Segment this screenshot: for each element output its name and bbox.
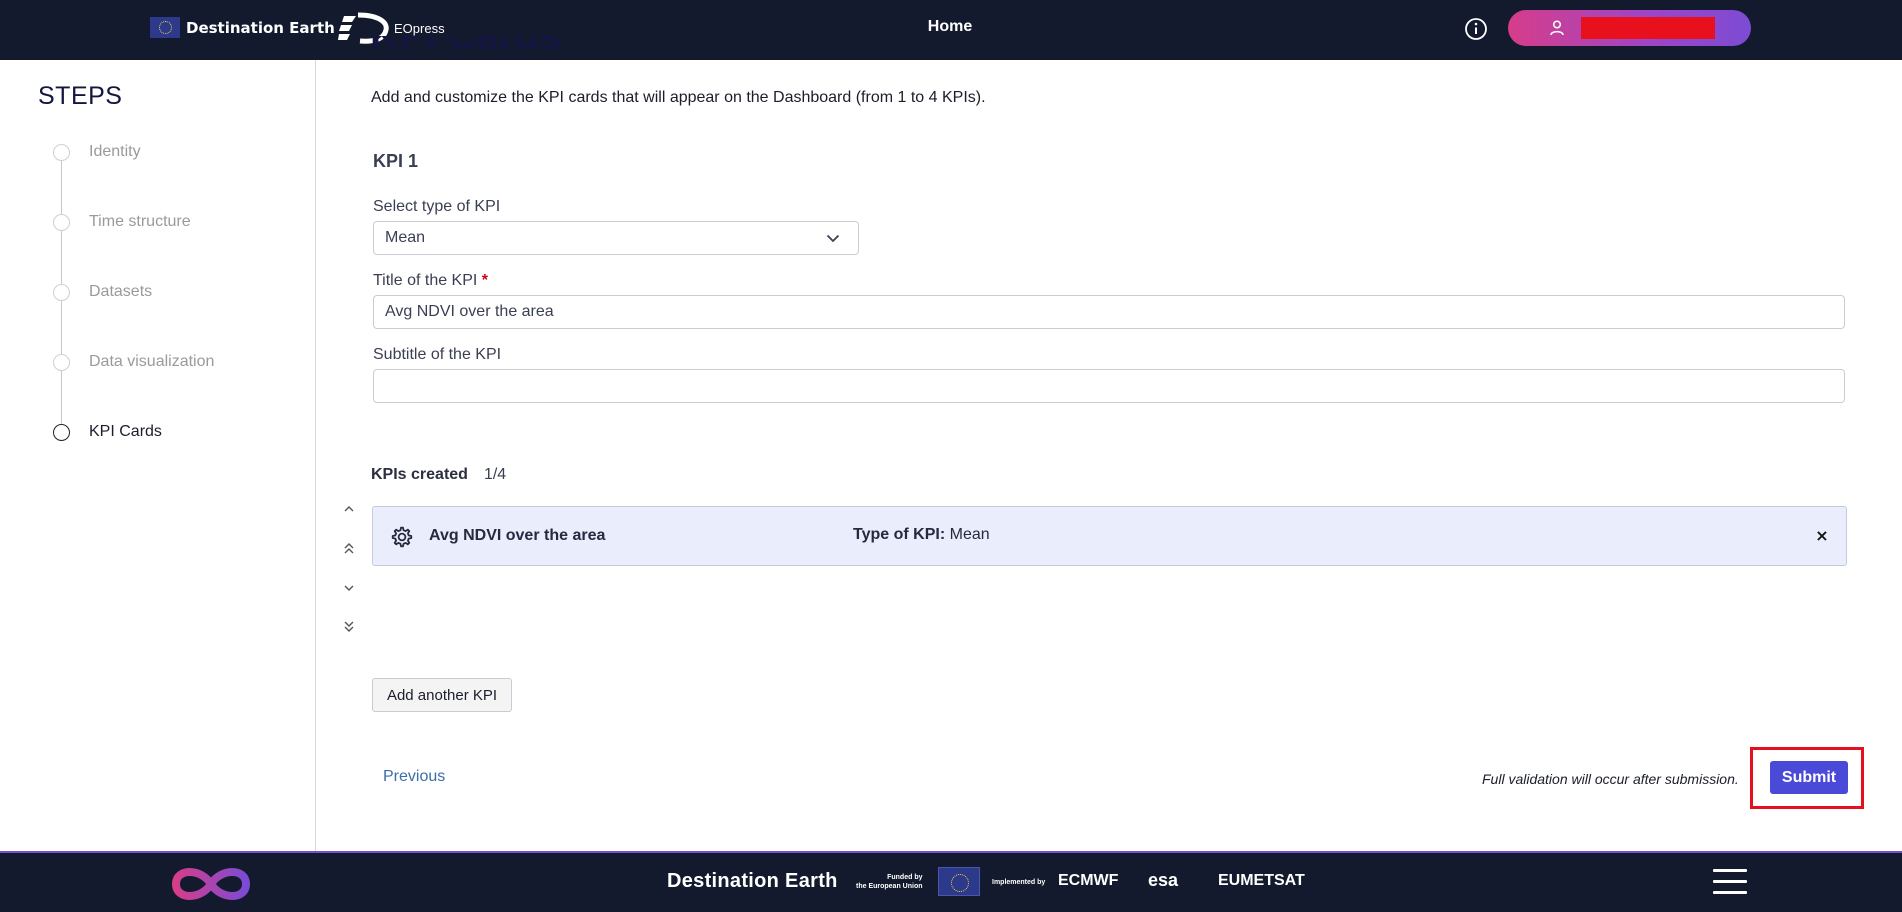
step-label: Datasets xyxy=(89,283,153,300)
step-kpi-cards[interactable]: KPI Cards xyxy=(53,423,162,441)
move-down-icon[interactable] xyxy=(341,580,357,596)
kpi-subtitle-input[interactable] xyxy=(373,369,1845,403)
steps-title: STEPS xyxy=(38,82,123,110)
step-indicator xyxy=(53,213,70,231)
infinity-logo-icon[interactable] xyxy=(168,862,254,906)
step-indicator-active xyxy=(53,423,70,441)
funded-line-2: the European Union xyxy=(856,883,923,890)
page-title: KPI Cards xyxy=(370,36,562,58)
user-icon xyxy=(1550,20,1564,36)
step-label: Time structure xyxy=(89,213,191,230)
funded-line-1: Funded by xyxy=(887,874,923,881)
partner-eumetsat[interactable]: EUMETSAT xyxy=(1218,872,1305,890)
kpi-type-select[interactable]: Mean xyxy=(373,221,859,255)
kpi-subtitle-label: Subtitle of the KPI xyxy=(373,346,502,363)
move-up-icon[interactable] xyxy=(341,501,357,517)
step-indicator xyxy=(53,143,70,161)
submit-button[interactable]: Submit xyxy=(1770,761,1848,794)
kpi-card-type: Type of KPI: Mean xyxy=(853,526,990,544)
step-identity[interactable]: Identity xyxy=(53,143,141,161)
footer-brand: Destination Earth xyxy=(667,870,838,892)
brand-name: Destination Earth xyxy=(186,18,335,37)
hamburger-bar xyxy=(1713,869,1747,872)
top-navigation-bar: Destination Earth EOpress Home ████████ xyxy=(0,0,1902,60)
partner-ecmwf[interactable]: ECMWF xyxy=(1058,872,1118,890)
chevron-down-icon xyxy=(826,234,840,243)
remove-kpi-close-icon[interactable]: × xyxy=(1815,528,1829,544)
kpi-card-type-value: Mean xyxy=(949,526,990,543)
destination-earth-logo[interactable]: Destination Earth xyxy=(150,17,335,38)
kpis-created-label: KPIs created xyxy=(371,466,468,483)
kpis-created-summary: KPIs created 1/4 xyxy=(371,466,506,484)
funded-by-text: Funded by the European Union xyxy=(856,873,923,891)
step-label: Data visualization xyxy=(89,353,215,370)
step-time-structure[interactable]: Time structure xyxy=(53,213,191,231)
kpi-type-value: Mean xyxy=(385,229,426,246)
move-to-top-icon[interactable] xyxy=(341,540,357,556)
step-indicator xyxy=(53,283,70,301)
info-icon[interactable] xyxy=(1464,17,1488,41)
footer-bar: Destination Earth Funded by the European… xyxy=(0,851,1902,912)
kpi-card-title: Avg NDVI over the area xyxy=(429,527,606,544)
previous-button[interactable]: Previous xyxy=(383,768,445,786)
nav-home-link[interactable]: Home xyxy=(900,18,1000,36)
add-another-kpi-button[interactable]: Add another KPI xyxy=(372,678,512,712)
kpi-title-label-text: Title of the KPI xyxy=(373,272,478,289)
kpi-form-heading: KPI 1 xyxy=(373,151,419,171)
kpi-card-type-label: Type of KPI: xyxy=(853,526,946,543)
implemented-by-text: Implemented by xyxy=(992,879,1046,886)
kpis-created-count: 1/4 xyxy=(483,466,507,483)
step-indicator xyxy=(53,353,70,371)
step-data-visualization[interactable]: Data visualization xyxy=(53,353,214,371)
move-to-bottom-icon[interactable] xyxy=(341,619,357,635)
validation-note: Full validation will occur after submiss… xyxy=(1482,771,1739,787)
kpi-card[interactable]: Avg NDVI over the area Type of KPI: Mean… xyxy=(372,506,1847,566)
required-marker: * xyxy=(481,272,489,289)
kpi-title-label: Title of the KPI * xyxy=(373,272,488,290)
partner-esa[interactable]: esa xyxy=(1148,870,1178,891)
hamburger-menu-icon[interactable] xyxy=(1713,869,1747,895)
hamburger-bar xyxy=(1713,880,1747,883)
kpi-title-input[interactable] xyxy=(373,295,1845,329)
step-datasets[interactable]: Datasets xyxy=(53,283,152,301)
hamburger-bar xyxy=(1713,891,1747,894)
steps-sidebar: STEPS Identity Time structure Datasets D… xyxy=(0,60,316,851)
step-label: KPI Cards xyxy=(89,423,162,440)
step-label: Identity xyxy=(89,143,141,160)
gear-icon xyxy=(391,526,413,548)
eu-flag-icon xyxy=(938,867,980,896)
intro-text: Add and customize the KPI cards that wil… xyxy=(371,89,986,106)
eu-flag-icon xyxy=(150,17,180,38)
app-name: EOpress xyxy=(394,20,445,36)
kpi-type-label: Select type of KPI xyxy=(373,198,501,215)
page-title-container: KPI Cards xyxy=(370,36,670,60)
user-menu-button[interactable]: ████████ xyxy=(1508,10,1751,46)
user-name-redacted: ████████ xyxy=(1581,17,1715,39)
